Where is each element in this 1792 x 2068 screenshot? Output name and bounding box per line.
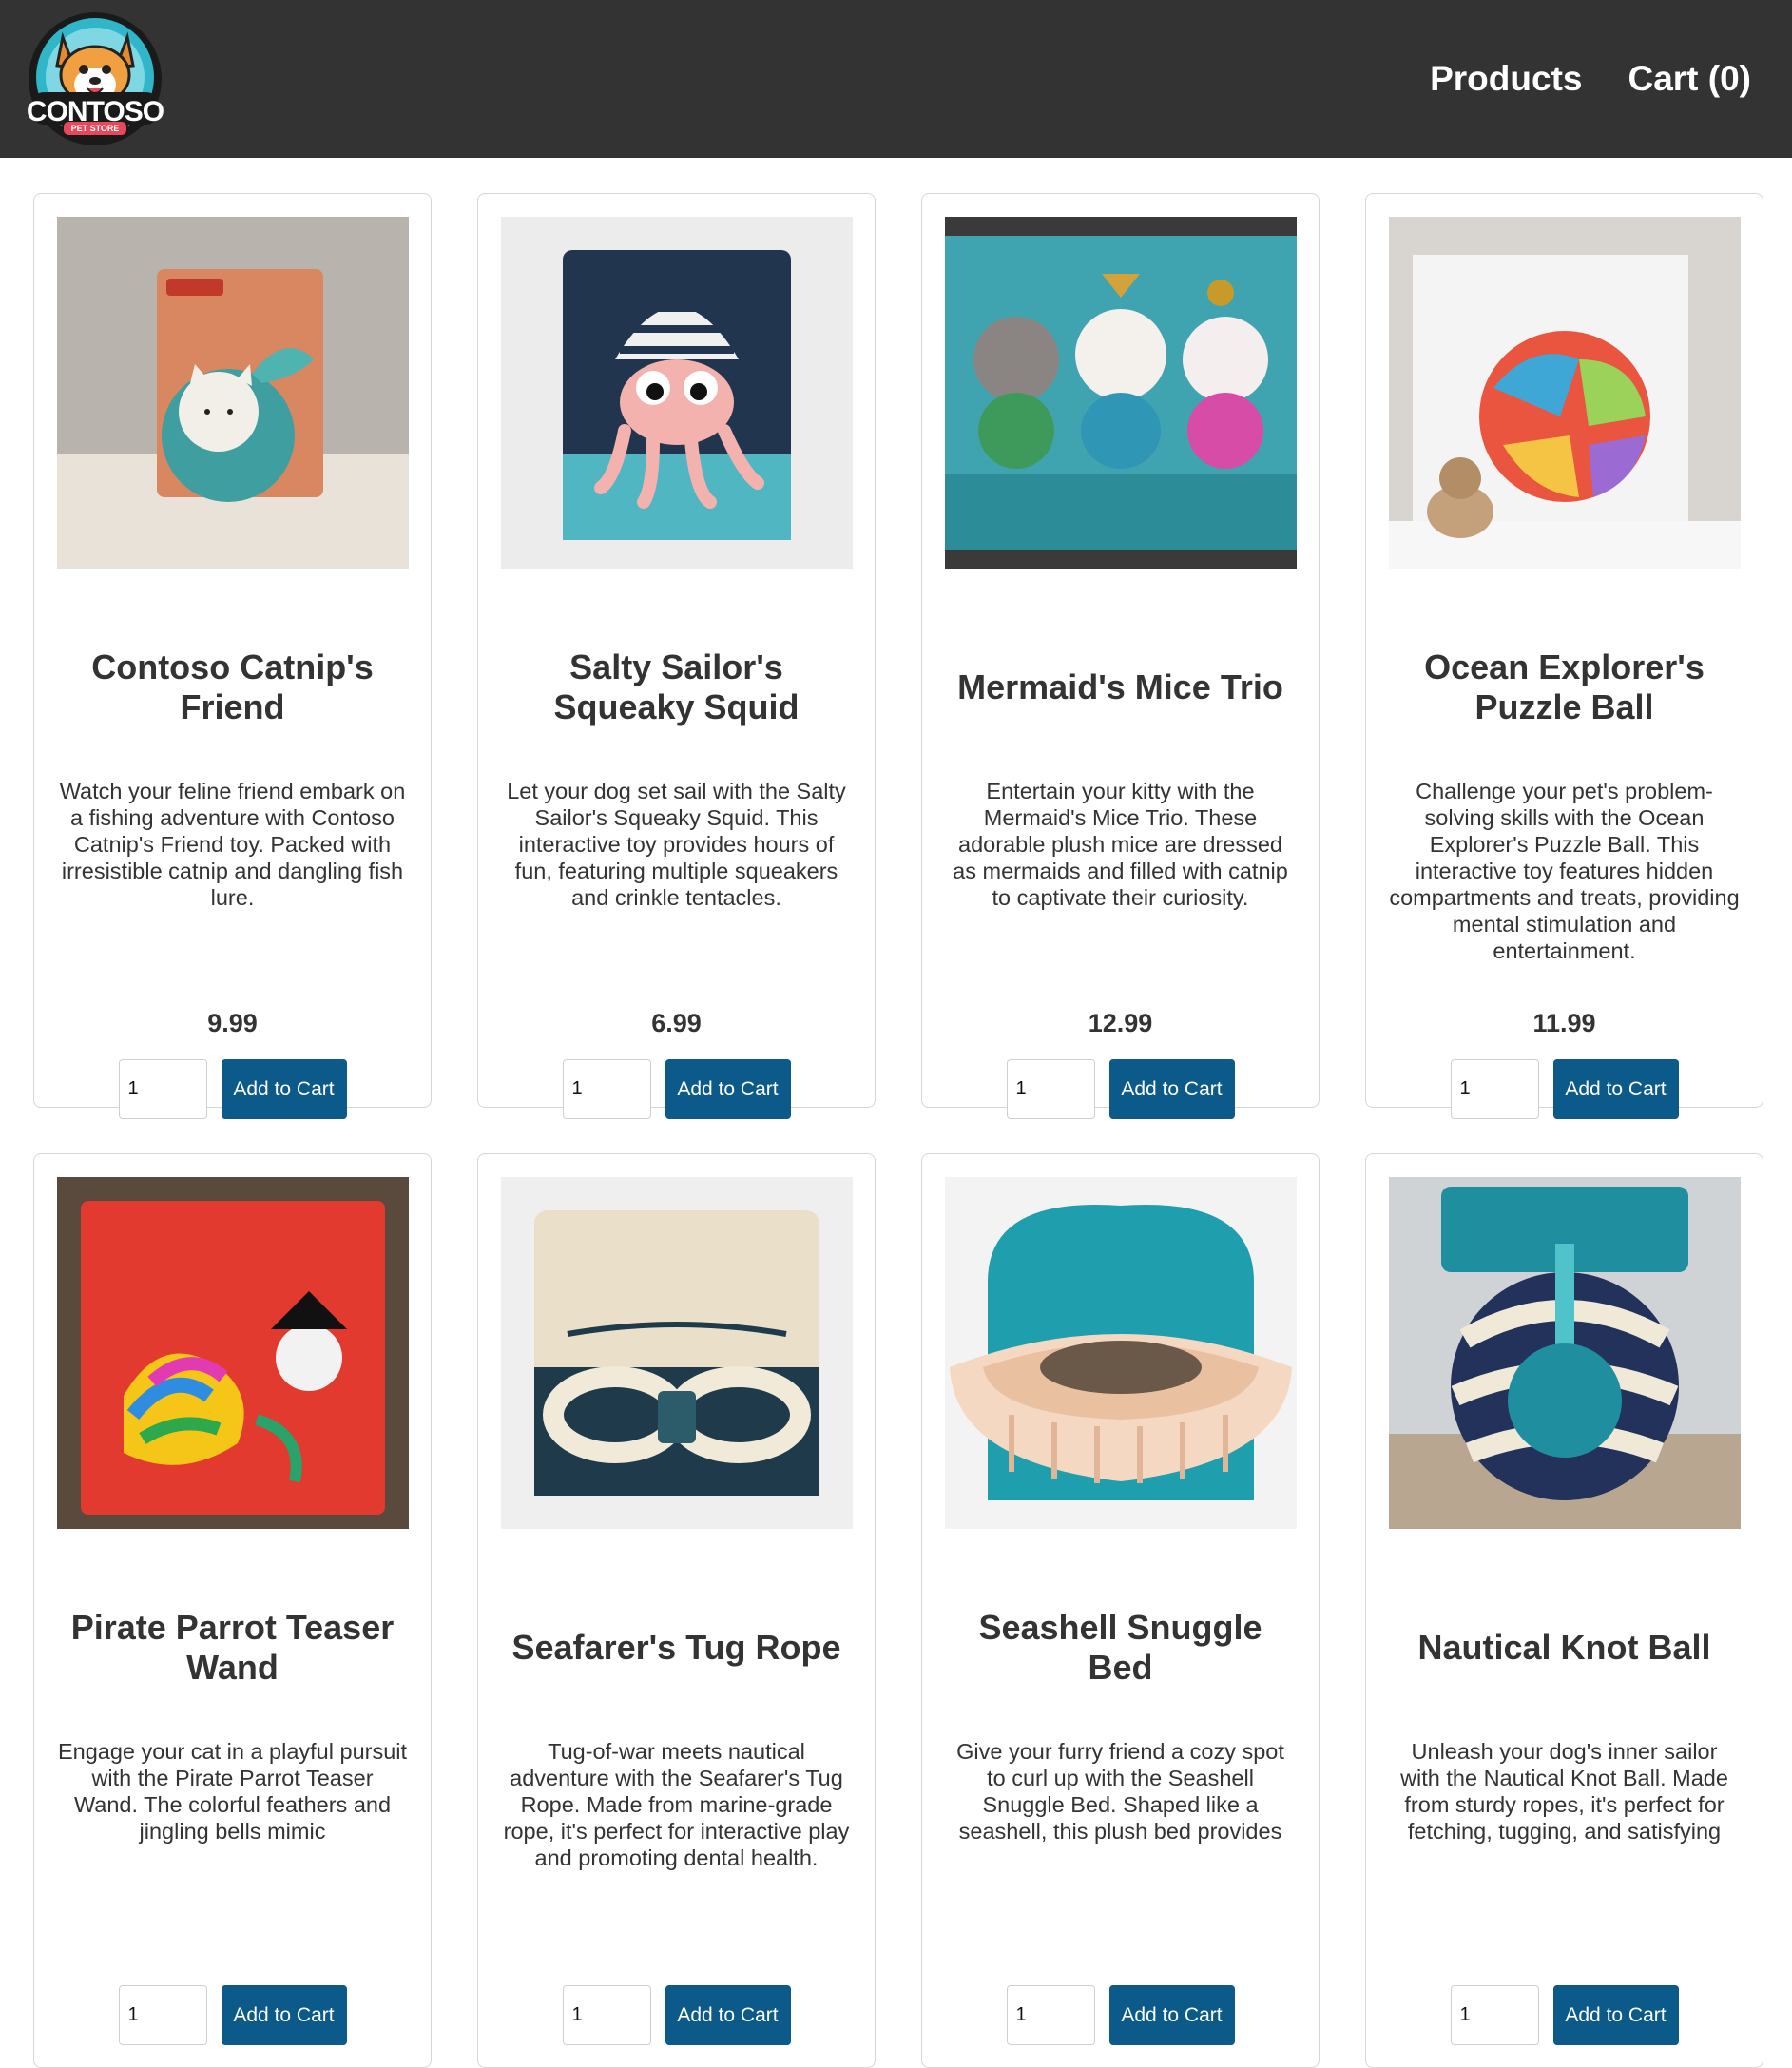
- product-price: 11.99: [1532, 1009, 1596, 1037]
- add-to-cart-button[interactable]: Add to Cart: [1108, 1059, 1235, 1119]
- nav-cart-link[interactable]: Cart (0): [1628, 59, 1751, 99]
- product-title[interactable]: Salty Sailor's Squeaky Squid: [501, 647, 852, 727]
- contoso-logo[interactable]: CONTOSO PET STORE: [25, 9, 165, 149]
- product-title[interactable]: Seashell Snuggle Bed: [945, 1608, 1296, 1688]
- seashell-bed-icon: [944, 1177, 1297, 1529]
- add-to-cart-button[interactable]: Add to Cart: [665, 1985, 791, 2045]
- product-image[interactable]: [56, 1177, 409, 1529]
- product-description: Give your furry friend a cozy spot to cu…: [956, 1739, 1284, 1844]
- quantity-input[interactable]: [118, 1985, 207, 2045]
- quantity-input[interactable]: [1006, 1059, 1095, 1119]
- product-description: Let your dog set sail with the Salty Sai…: [507, 779, 846, 910]
- main-nav: Products Cart (0): [1430, 59, 1751, 99]
- product-card: Salty Sailor's Squeaky Squid Let your do…: [477, 193, 876, 1119]
- product-image[interactable]: [500, 217, 853, 569]
- logo-subtext: PET STORE: [70, 124, 120, 133]
- nav-products-link[interactable]: Products: [1430, 59, 1582, 99]
- product-description: Challenge your pet's problem-solving ski…: [1389, 779, 1740, 963]
- product-card: Contoso Catnip's Friend Watch your felin…: [33, 193, 432, 1119]
- product-title[interactable]: Pirate Parrot Teaser Wand: [57, 1608, 408, 1688]
- product-price: 12.99: [1088, 1009, 1153, 1037]
- product-card: Nautical Knot Ball Unleash your dog's in…: [1365, 1153, 1763, 2068]
- quantity-input[interactable]: [562, 1985, 651, 2045]
- knot-ball-icon: [1388, 1177, 1741, 1529]
- product-title[interactable]: Contoso Catnip's Friend: [57, 647, 408, 727]
- add-to-cart-form: Add to Cart: [1450, 1059, 1679, 1119]
- product-description: Watch your feline friend embark on a fis…: [59, 779, 406, 910]
- add-to-cart-form: Add to Cart: [1450, 1985, 1679, 2045]
- product-image[interactable]: [500, 1177, 853, 1529]
- product-image[interactable]: [1388, 217, 1741, 569]
- puzzle-ball-icon: [1388, 217, 1741, 569]
- tug-rope-icon: [500, 1177, 853, 1529]
- add-to-cart-button[interactable]: Add to Cart: [1108, 1985, 1235, 2045]
- add-to-cart-button[interactable]: Add to Cart: [1552, 1059, 1679, 1119]
- product-price: 9.99: [207, 1009, 258, 1037]
- top-bar: CONTOSO PET STORE Products Cart (0): [0, 0, 1792, 158]
- product-card: Seashell Snuggle Bed Give your furry fri…: [921, 1153, 1320, 2068]
- product-image[interactable]: [56, 217, 409, 569]
- add-to-cart-form: Add to Cart: [1006, 1985, 1235, 2045]
- add-to-cart-button[interactable]: Add to Cart: [665, 1059, 791, 1119]
- quantity-input[interactable]: [1006, 1985, 1095, 2045]
- quantity-input[interactable]: [1450, 1985, 1539, 2045]
- product-title[interactable]: Seafarer's Tug Rope: [512, 1628, 841, 1668]
- add-to-cart-button[interactable]: Add to Cart: [1552, 1985, 1679, 2045]
- feather-wand-icon: [56, 1177, 409, 1529]
- add-to-cart-form: Add to Cart: [562, 1059, 791, 1119]
- add-to-cart-form: Add to Cart: [118, 1985, 347, 2045]
- product-description: Entertain your kitty with the Mermaid's …: [953, 779, 1288, 910]
- product-card: Mermaid's Mice Trio Entertain your kitty…: [921, 193, 1320, 1119]
- product-card: Pirate Parrot Teaser Wand Engage your ca…: [33, 1153, 432, 2068]
- product-title[interactable]: Nautical Knot Ball: [1417, 1628, 1710, 1668]
- add-to-cart-form: Add to Cart: [1006, 1059, 1235, 1119]
- product-image[interactable]: [1388, 1177, 1741, 1529]
- product-description: Unleash your dog's inner sailor with the…: [1400, 1739, 1728, 1844]
- mermaid-mice-icon: [944, 217, 1297, 569]
- product-title[interactable]: Ocean Explorer's Puzzle Ball: [1389, 647, 1740, 727]
- product-description: Engage your cat in a playful pursuit wit…: [57, 1739, 408, 1844]
- add-to-cart-form: Add to Cart: [562, 1985, 791, 2045]
- add-to-cart-button[interactable]: Add to Cart: [221, 1985, 347, 2045]
- quantity-input[interactable]: [118, 1059, 207, 1119]
- product-description: Tug-of-war meets nautical adventure with…: [503, 1739, 850, 1870]
- product-title[interactable]: Mermaid's Mice Trio: [957, 667, 1283, 707]
- quantity-input[interactable]: [1450, 1059, 1539, 1119]
- product-card: Seafarer's Tug Rope Tug-of-war meets nau…: [477, 1153, 876, 2068]
- quantity-input[interactable]: [562, 1059, 651, 1119]
- product-image[interactable]: [944, 217, 1297, 569]
- cat-ball-toy-icon: [56, 217, 409, 569]
- add-to-cart-form: Add to Cart: [118, 1059, 347, 1119]
- product-price: 6.99: [651, 1009, 702, 1037]
- product-image[interactable]: [944, 1177, 1297, 1529]
- squid-toy-icon: [500, 217, 853, 569]
- product-card: Ocean Explorer's Puzzle Ball Challenge y…: [1365, 193, 1763, 1119]
- product-grid: Contoso Catnip's Friend Watch your felin…: [33, 193, 1763, 2068]
- add-to-cart-button[interactable]: Add to Cart: [221, 1059, 347, 1119]
